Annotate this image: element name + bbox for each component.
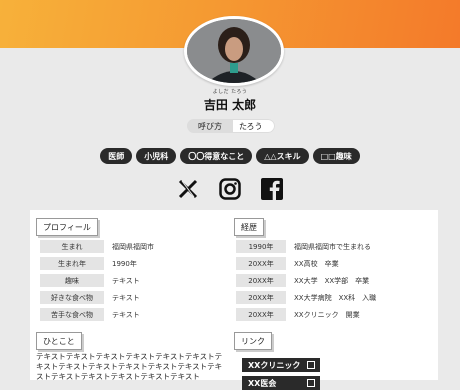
comment-text: テキストテキストテキストテキストテキストテキストテキストテキストテキストテキスト… (36, 352, 223, 380)
career-row-event: XXクリニック 開業 (294, 310, 360, 319)
profile-row-value: テキスト (112, 293, 140, 302)
link-label: XX医会 (248, 378, 277, 388)
link-button-clinic[interactable]: XXクリニック (242, 358, 320, 372)
tag: 〇〇得意なこと (180, 148, 253, 164)
career-row-event: XX大学病院 XX科 入職 (294, 293, 377, 302)
profile-name: 吉田 太郎 (203, 98, 257, 112)
link-heading: リンク (234, 332, 272, 350)
profile-row-value: 福岡県福岡市 (112, 242, 154, 251)
profile-row-key: 苦手な食べ物 (40, 308, 104, 321)
profile-row: 好きな食べ物 テキスト (40, 291, 140, 304)
career-row-year: 20XX年 (236, 308, 286, 321)
profile-row-key: 生まれ年 (40, 257, 104, 270)
career-row-year: 1990年 (236, 240, 286, 253)
facebook-icon[interactable] (261, 178, 283, 200)
career-heading: 経歴 (234, 218, 264, 236)
tag: □□趣味 (312, 148, 360, 164)
career-row: 20XX年 XX大学 XX学部 卒業 (236, 274, 369, 287)
profile-row: 苦手な食べ物 テキスト (40, 308, 140, 321)
link-label: XXクリニック (248, 360, 301, 370)
x-icon[interactable] (177, 178, 199, 200)
external-link-icon (307, 361, 315, 369)
tag: 小児科 (136, 148, 177, 164)
profile-row-key: 好きな食べ物 (40, 291, 104, 304)
profile-row-key: 生まれ (40, 240, 104, 253)
career-row-year: 20XX年 (236, 291, 286, 304)
career-row: 1990年 福岡県福岡市で生まれる (236, 240, 371, 253)
tag: 医師 (100, 148, 133, 164)
tag-list: 医師 小児科 〇〇得意なこと △△スキル □□趣味 (0, 148, 460, 164)
link-button-second[interactable]: XX医会 (242, 376, 320, 390)
name-ruby: よしだ たろう (212, 89, 248, 95)
external-link-icon (307, 379, 315, 387)
profile-row-value: 1990年 (112, 259, 137, 268)
career-row: 20XX年 XX高校 卒業 (236, 257, 339, 270)
nickname-field: 呼び方 たろう (187, 119, 275, 133)
profile-row: 生まれ 福岡県福岡市 (40, 240, 154, 253)
career-row-year: 20XX年 (236, 257, 286, 270)
career-row-year: 20XX年 (236, 274, 286, 287)
info-panel: プロフィール 生まれ 福岡県福岡市 生まれ年 1990年 趣味 テキスト 好きな… (30, 210, 438, 390)
nickname-value: たろう (239, 121, 263, 131)
career-row-event: XX大学 XX学部 卒業 (294, 276, 370, 285)
sns-links (0, 178, 460, 200)
profile-row-value: テキスト (112, 310, 140, 319)
profile-row: 趣味 テキスト (40, 274, 140, 287)
profile-row-key: 趣味 (40, 274, 104, 287)
nickname-label: 呼び方 (187, 119, 233, 133)
career-row-event: XX高校 卒業 (294, 259, 339, 268)
career-row-event: 福岡県福岡市で生まれる (294, 242, 371, 251)
instagram-icon[interactable] (219, 178, 241, 200)
profile-row-value: テキスト (112, 276, 140, 285)
career-row: 20XX年 XXクリニック 開業 (236, 308, 360, 321)
comment-heading: ひとこと (36, 332, 82, 350)
avatar (184, 16, 284, 86)
profile-row: 生まれ年 1990年 (40, 257, 137, 270)
career-row: 20XX年 XX大学病院 XX科 入職 (236, 291, 376, 304)
tag: △△スキル (256, 148, 309, 164)
profile-heading: プロフィール (36, 218, 98, 236)
